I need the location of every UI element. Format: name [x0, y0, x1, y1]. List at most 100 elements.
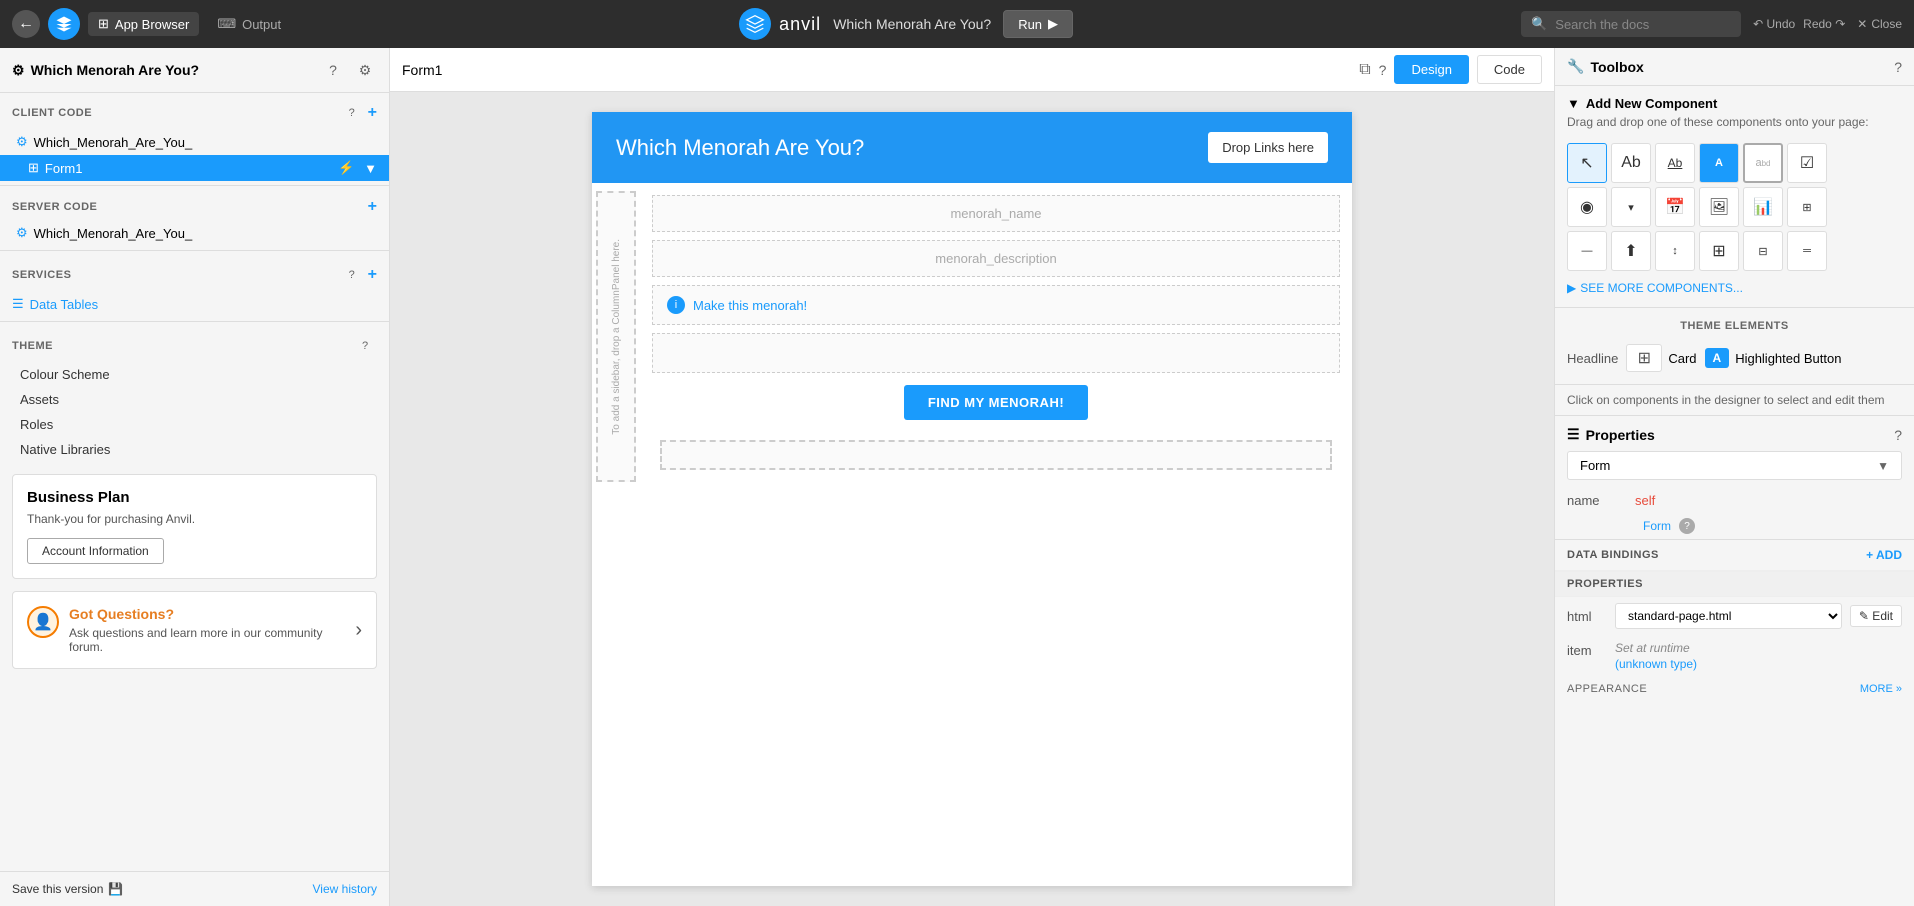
datepicker-tool[interactable]: 📅 — [1655, 187, 1695, 227]
center-panel: Form1 ⧉ ? Design Code Which Menorah Are … — [390, 48, 1554, 906]
form-link[interactable]: Form — [1643, 519, 1671, 533]
empty-panel[interactable] — [652, 333, 1340, 373]
cursor-tool[interactable]: ↖ — [1567, 143, 1607, 183]
component-grid: ↖ Ab Ab A abd ☑ ◉ ▾ 📅 🖼 📊 ⊞ — ⬆ ↕ ⊞ ⊟ ═ — [1555, 137, 1914, 277]
services-add-button[interactable]: + — [368, 263, 377, 287]
html-edit-button[interactable]: ✎ Edit — [1850, 605, 1902, 627]
sidebar-title: ⚙ Which Menorah Are You? — [12, 62, 199, 79]
services-actions: ? + — [340, 263, 377, 287]
sidebar-settings-button[interactable]: ⚙ — [353, 58, 377, 82]
image-tool[interactable]: 🖼 — [1699, 187, 1739, 227]
plot-tool[interactable]: 📊 — [1743, 187, 1783, 227]
account-info-button[interactable]: Account Information — [27, 538, 164, 564]
theme-card-elem[interactable]: ⊞ Card — [1626, 344, 1696, 372]
columnpanel-tool[interactable]: ⊞ — [1699, 231, 1739, 271]
output-label: Output — [242, 17, 281, 32]
make-menorah-row[interactable]: i Make this menorah! — [652, 285, 1340, 325]
form-content: menorah_name menorah_description i Make … — [640, 183, 1352, 490]
drop-links-button[interactable]: Drop Links here — [1208, 132, 1328, 163]
view-history-link[interactable]: View history — [313, 882, 377, 896]
undo-button[interactable]: ↶ Undo — [1753, 17, 1795, 31]
business-plan-title: Business Plan — [27, 489, 362, 506]
close-button[interactable]: ✕ Close — [1857, 17, 1902, 31]
button-tool[interactable]: A — [1699, 143, 1739, 183]
form-help-button[interactable]: ? — [1379, 62, 1387, 78]
roles-item[interactable]: Roles — [0, 412, 389, 437]
expand-button[interactable]: ⧉ — [1359, 61, 1370, 79]
save-version-label: Save this version — [12, 882, 103, 896]
properties-help-button[interactable]: ? — [1894, 427, 1902, 443]
app-browser-tab[interactable]: ⊞ App Browser — [88, 12, 199, 36]
run-arrow-icon: ▶ — [1048, 16, 1058, 32]
fileloader-tool[interactable]: ⬆ — [1611, 231, 1651, 271]
client-code-help-button[interactable]: ? — [340, 101, 364, 125]
menorah-desc-field[interactable]: menorah_description — [652, 240, 1340, 277]
anvil-brand-icon — [739, 8, 771, 40]
properties-header: ☰ Properties ? — [1555, 416, 1914, 451]
divider-1 — [0, 185, 389, 186]
toolbox-help-button[interactable]: ? — [1894, 59, 1902, 75]
see-more-link[interactable]: ▶ SEE MORE COMPONENTS... — [1555, 277, 1914, 299]
datagrid-tool[interactable]: ⊞ — [1787, 187, 1827, 227]
add-component-header: ▼ Add New Component — [1555, 86, 1914, 115]
label-tool[interactable]: Ab — [1611, 143, 1651, 183]
app-title: Which Menorah Are You? — [833, 16, 991, 32]
spacer-tool[interactable]: ↕ — [1655, 231, 1695, 271]
back-button[interactable]: ← — [12, 10, 40, 38]
link-tool[interactable]: Ab — [1655, 143, 1695, 183]
server-code-add-button[interactable]: + — [368, 198, 377, 216]
data-tables-item[interactable]: ☰ Data Tables — [0, 291, 389, 317]
theme-highlighted-elem[interactable]: A Highlighted Button — [1705, 348, 1842, 368]
gridpanel-tool[interactable]: ⊟ — [1743, 231, 1783, 271]
app-header-bar: Which Menorah Are You? Drop Links here — [592, 112, 1352, 183]
services-help-button[interactable]: ? — [340, 263, 364, 287]
questions-card[interactable]: 👤 Got Questions? Ask questions and learn… — [12, 591, 377, 669]
design-tab[interactable]: Design — [1394, 55, 1468, 84]
add-binding-button[interactable]: + ADD — [1866, 548, 1902, 562]
radiobutton-tool[interactable]: ◉ — [1567, 187, 1607, 227]
find-menorah-button[interactable]: FIND MY MENORAH! — [904, 385, 1088, 420]
canvas-footer-drop-zone[interactable] — [660, 440, 1332, 470]
textbox-tool[interactable]: abd — [1743, 143, 1783, 183]
search-docs-container[interactable]: 🔍 — [1521, 11, 1741, 37]
checkbox-tool[interactable]: ☑ — [1787, 143, 1827, 183]
form-selector-dropdown[interactable]: Form ▼ — [1567, 451, 1902, 480]
theme-help-button[interactable]: ? — [353, 334, 377, 358]
theme-headline-elem[interactable]: Headline — [1567, 351, 1618, 366]
search-docs-input[interactable] — [1555, 17, 1731, 32]
server-file-label: Which_Menorah_Are_You_ — [34, 226, 193, 241]
redo-button[interactable]: Redo ↷ — [1803, 17, 1845, 31]
more-button[interactable]: MORE » — [1860, 683, 1902, 695]
assets-item[interactable]: Assets — [0, 387, 389, 412]
name-property-value: self — [1635, 493, 1655, 508]
colour-scheme-item[interactable]: Colour Scheme — [0, 362, 389, 387]
server-file-item[interactable]: ⚙ Which_Menorah_Are_You_ — [0, 220, 389, 246]
theme-card-label: Card — [1668, 351, 1696, 366]
menorah-name-field[interactable]: menorah_name — [652, 195, 1340, 232]
sidebar-drop-zone[interactable]: To add a sidebar, drop a ColumnPanel her… — [596, 191, 636, 482]
run-button[interactable]: Run ▶ — [1003, 10, 1073, 38]
form1-item[interactable]: ⊞ Form1 ⚡ ▼ — [0, 155, 389, 181]
html-property-select[interactable]: standard-page.html — [1615, 603, 1842, 629]
sidebar-help-button[interactable]: ? — [321, 58, 345, 82]
dropdown-tool[interactable]: ▾ — [1611, 187, 1651, 227]
questions-arrow-icon[interactable]: › — [355, 619, 362, 642]
client-code-add-button[interactable]: + — [368, 101, 377, 125]
divider-3 — [0, 321, 389, 322]
form-selector-label: Form — [1580, 458, 1610, 473]
roles-label: Roles — [20, 417, 53, 432]
code-tab[interactable]: Code — [1477, 55, 1542, 84]
save-version-button[interactable]: Save this version 💾 — [12, 882, 123, 896]
native-libraries-item[interactable]: Native Libraries — [0, 437, 389, 462]
item-type-text: (unknown type) — [1615, 657, 1697, 671]
toolbox-title: 🔧 Toolbox — [1567, 58, 1644, 75]
toolbox-header: 🔧 Toolbox ? — [1555, 48, 1914, 86]
output-tab[interactable]: ⌨ Output — [207, 12, 291, 36]
hline-tool[interactable]: — — [1567, 231, 1607, 271]
form-link-row: Form ? — [1555, 513, 1914, 539]
topnav-right: 🔍 ↶ Undo Redo ↷ ✕ Close — [1521, 11, 1902, 37]
flowpanel-tool[interactable]: ═ — [1787, 231, 1827, 271]
properties-title: ☰ Properties — [1567, 426, 1655, 443]
form-link-help-icon[interactable]: ? — [1679, 518, 1695, 534]
client-file-item[interactable]: ⚙ Which_Menorah_Are_You_ — [0, 129, 389, 155]
